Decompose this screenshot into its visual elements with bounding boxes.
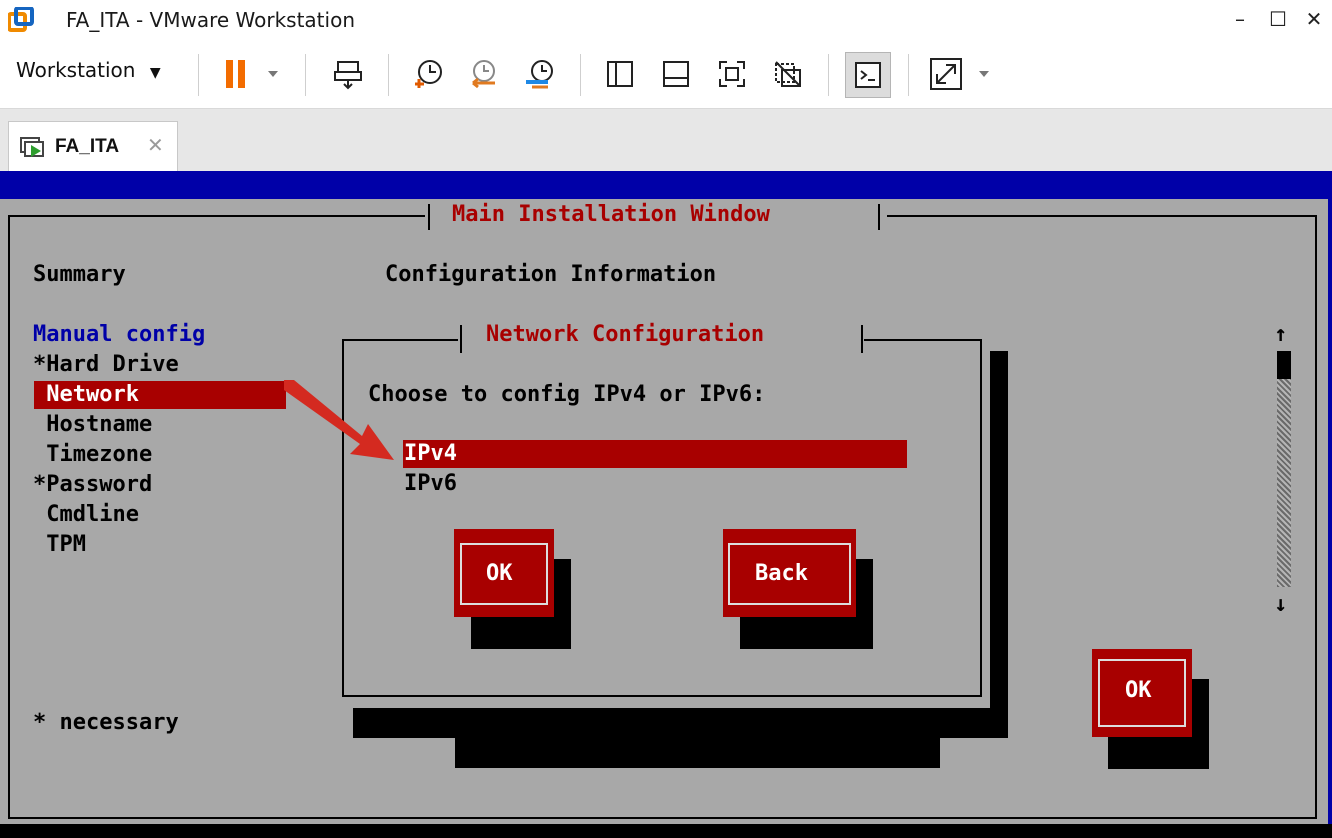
dialog-back-label: Back: [755, 561, 808, 586]
main-ok-label: OK: [1125, 678, 1152, 703]
main-window-title: Main Installation Window: [452, 202, 770, 227]
dialog-back-button[interactable]: Back: [723, 529, 856, 617]
window-title: FA_ITA - VMware Workstation: [66, 8, 355, 32]
pause-icon: [226, 60, 278, 88]
annotation-arrow-icon: [284, 380, 394, 460]
unity-button[interactable]: [770, 56, 806, 92]
snapshot-manager-icon: [526, 60, 553, 89]
tab-fa-ita[interactable]: FA_ITA ✕: [8, 121, 178, 172]
option-ipv6[interactable]: IPv6: [404, 469, 457, 499]
toolbar-separator: [198, 54, 199, 96]
workstation-menu-button[interactable]: Workstation ▼: [16, 58, 161, 82]
necessary-note: * necessary: [33, 710, 179, 735]
option-ipv4[interactable]: IPv4: [404, 439, 457, 469]
dialog-prompt: Choose to config IPv4 or IPv6:: [368, 382, 766, 407]
console-view-button[interactable]: [845, 52, 891, 98]
minimize-button[interactable]: –: [1222, 2, 1258, 36]
unity-icon: [775, 61, 801, 87]
send-ctrl-alt-del-button[interactable]: [330, 56, 366, 92]
thumbnail-view-button[interactable]: [658, 56, 694, 92]
snapshot-revert-icon: [472, 60, 495, 89]
menu-item-network[interactable]: Network: [33, 380, 139, 410]
dialog-ok-label: OK: [486, 561, 513, 586]
fullscreen-button[interactable]: [714, 56, 750, 92]
maximize-button[interactable]: ☐: [1260, 2, 1296, 36]
toolbar-separator: [305, 54, 306, 96]
tab-strip: FA_ITA ✕: [0, 109, 1332, 172]
fullscreen-icon: [719, 61, 745, 87]
tab-label: FA_ITA: [55, 136, 120, 157]
dialog-title: Network Configuration: [486, 322, 765, 347]
summary-heading: Summary: [33, 262, 126, 287]
tab-close-icon[interactable]: ✕: [147, 133, 164, 157]
take-snapshot-button[interactable]: [410, 56, 446, 92]
vm-console[interactable]: Main Installation Window Summary Configu…: [0, 171, 1332, 838]
title-bar: FA_ITA - VMware Workstation – ☐ ✕: [0, 0, 1332, 40]
menu-heading: Manual config: [33, 322, 206, 347]
stretch-guest-button[interactable]: [928, 56, 998, 92]
vmware-logo-icon: [7, 6, 34, 33]
console-view-icon: [855, 62, 881, 88]
toolbar-separator: [388, 54, 389, 96]
library-view-icon: [607, 61, 633, 87]
chevron-down-icon: ▼: [149, 65, 161, 81]
dialog-shadow-right: [990, 351, 1008, 738]
toolbar: Workstation ▼: [0, 42, 1332, 109]
dialog-shadow-bottom: [353, 708, 1008, 738]
scrollbar-thumb[interactable]: [1277, 351, 1291, 379]
console-bottom-edge: [0, 824, 1332, 838]
option-ipv4-highlight: [403, 440, 907, 468]
menu-item-tpm[interactable]: TPM: [33, 530, 86, 560]
menu-item-hostname[interactable]: Hostname: [33, 410, 152, 440]
toolbar-separator: [580, 54, 581, 96]
menu-item-password[interactable]: *Password: [33, 470, 152, 500]
library-view-button[interactable]: [602, 56, 638, 92]
menu-item-timezone[interactable]: Timezone: [33, 440, 152, 470]
scrollbar-track[interactable]: [1277, 351, 1291, 587]
config-heading: Configuration Information: [385, 262, 717, 287]
dialog-ok-button[interactable]: OK: [454, 529, 554, 617]
stretch-guest-icon: [930, 58, 989, 90]
snapshot-manager-button[interactable]: [522, 56, 558, 92]
dialog-shadow-bottom-2: [455, 738, 940, 768]
snapshot-take-icon: [415, 60, 442, 88]
vm-running-icon: [20, 137, 44, 157]
scroll-up-arrow[interactable]: ↑: [1274, 320, 1287, 350]
menu-item-hard-drive[interactable]: *Hard Drive: [33, 350, 179, 380]
thumbnail-view-icon: [663, 61, 689, 87]
workstation-menu-label: Workstation: [16, 58, 136, 82]
menu-item-cmdline[interactable]: Cmdline: [33, 500, 139, 530]
revert-snapshot-button[interactable]: [466, 56, 502, 92]
send-ctrl-alt-del-icon: [334, 61, 362, 90]
scroll-down-arrow[interactable]: ↓: [1274, 590, 1287, 620]
toolbar-separator: [828, 54, 829, 96]
main-ok-button[interactable]: OK: [1092, 649, 1192, 737]
close-button[interactable]: ✕: [1296, 2, 1332, 36]
toolbar-separator: [908, 54, 909, 96]
pause-button[interactable]: [222, 56, 282, 92]
